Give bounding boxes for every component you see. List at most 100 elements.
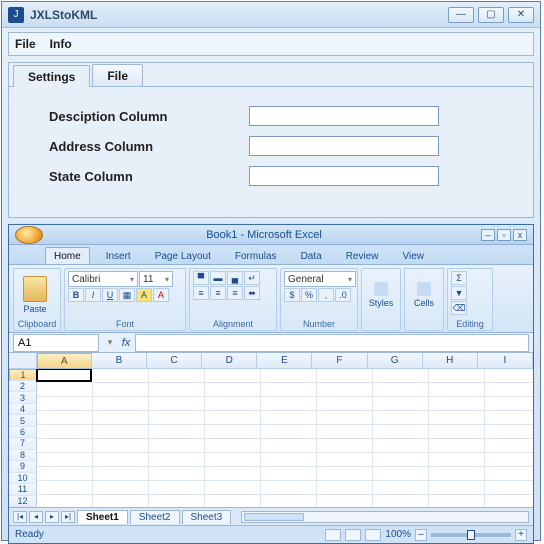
ribbon-group-alignment: ▀ ▬ ▄ ↵ ≡ ≡ ≡ ⬌ Alignment — [189, 268, 277, 331]
cells-button[interactable]: Cells — [408, 271, 440, 319]
zoom-slider[interactable] — [431, 533, 511, 537]
view-normal-button[interactable] — [325, 529, 341, 541]
increase-decimal-button[interactable]: .0 — [335, 288, 351, 302]
view-pagelayout-button[interactable] — [345, 529, 361, 541]
ribbon-tab-formulas[interactable]: Formulas — [227, 248, 285, 264]
sheet-nav-last[interactable]: ▸| — [61, 511, 75, 523]
sheet-nav-next[interactable]: ▸ — [45, 511, 59, 523]
name-box-dropdown[interactable]: ▾ — [103, 337, 117, 348]
row-header-3[interactable]: 3 — [9, 392, 37, 403]
col-header-g[interactable]: G — [368, 353, 423, 368]
row-header-5[interactable]: 5 — [9, 415, 37, 426]
italic-button[interactable]: I — [85, 288, 101, 302]
col-header-d[interactable]: D — [202, 353, 257, 368]
menu-info[interactable]: Info — [50, 37, 72, 51]
cells-area[interactable] — [37, 369, 533, 507]
description-column-input[interactable] — [249, 106, 439, 126]
styles-button[interactable]: Styles — [365, 271, 397, 319]
row-header-10[interactable]: 10 — [9, 473, 37, 484]
comma-button[interactable]: , — [318, 288, 334, 302]
sheet-tab-1[interactable]: Sheet1 — [77, 510, 128, 524]
fill-color-button[interactable]: A — [136, 288, 152, 302]
autosum-button[interactable]: Σ — [451, 271, 467, 285]
row-header-2[interactable]: 2 — [9, 381, 37, 392]
scrollbar-thumb[interactable] — [244, 513, 304, 521]
col-header-e[interactable]: E — [257, 353, 312, 368]
align-right-button[interactable]: ≡ — [227, 286, 243, 300]
formula-bar-row: A1 ▾ fx — [9, 333, 533, 353]
align-center-button[interactable]: ≡ — [210, 286, 226, 300]
view-pagebreak-button[interactable] — [365, 529, 381, 541]
number-format-select[interactable]: General▾ — [284, 271, 356, 287]
row-header-7[interactable]: 7 — [9, 438, 37, 449]
col-header-c[interactable]: C — [147, 353, 202, 368]
tab-file[interactable]: File — [92, 64, 143, 86]
office-button[interactable] — [15, 226, 43, 244]
col-header-f[interactable]: F — [312, 353, 367, 368]
align-middle-button[interactable]: ▬ — [210, 271, 226, 285]
sheet-tab-3[interactable]: Sheet3 — [182, 510, 232, 524]
name-box[interactable]: A1 — [13, 334, 99, 352]
col-header-h[interactable]: H — [423, 353, 478, 368]
menu-file[interactable]: File — [15, 37, 36, 51]
wrap-text-button[interactable]: ↵ — [244, 271, 260, 285]
zoom-in-button[interactable]: + — [515, 529, 527, 541]
fx-icon[interactable]: fx — [117, 337, 135, 349]
align-top-button[interactable]: ▀ — [193, 271, 209, 285]
col-header-b[interactable]: B — [92, 353, 147, 368]
ribbon-tab-view[interactable]: View — [394, 248, 432, 264]
row-header-9[interactable]: 9 — [9, 461, 37, 472]
ribbon-group-number: General▾ $ % , .0 Number — [280, 268, 358, 331]
row-header-12[interactable]: 12 — [9, 496, 37, 507]
font-color-button[interactable]: A — [153, 288, 169, 302]
row-header-4[interactable]: 4 — [9, 404, 37, 415]
ribbon-tab-data[interactable]: Data — [293, 248, 330, 264]
horizontal-scrollbar[interactable] — [241, 511, 529, 523]
state-column-label: State Column — [49, 169, 249, 184]
align-left-button[interactable]: ≡ — [193, 286, 209, 300]
align-bottom-button[interactable]: ▄ — [227, 271, 243, 285]
font-name-select[interactable]: Calibri▾ — [68, 271, 138, 287]
font-size-select[interactable]: 11▾ — [139, 271, 173, 287]
excel-embedded-window: Book1 - Microsoft Excel – ▫ x Home Inser… — [8, 224, 534, 544]
paste-button[interactable]: Paste — [17, 271, 53, 319]
tab-settings[interactable]: Settings — [13, 65, 90, 87]
formula-bar[interactable] — [135, 334, 529, 352]
zoom-slider-thumb[interactable] — [467, 530, 475, 540]
row-header-1[interactable]: 1 — [9, 369, 37, 381]
currency-button[interactable]: $ — [284, 288, 300, 302]
worksheet-grid[interactable]: A B C D E F G H I 1 2 3 4 5 6 7 8 — [9, 353, 533, 507]
excel-title: Book1 - Microsoft Excel — [49, 229, 479, 241]
row-header-8[interactable]: 8 — [9, 450, 37, 461]
col-header-a[interactable]: A — [37, 353, 92, 369]
underline-button[interactable]: U — [102, 288, 118, 302]
ribbon-tab-pagelayout[interactable]: Page Layout — [147, 248, 219, 264]
close-button[interactable]: ✕ — [508, 7, 534, 23]
col-header-i[interactable]: I — [478, 353, 533, 368]
ribbon-tab-review[interactable]: Review — [338, 248, 387, 264]
row-header-6[interactable]: 6 — [9, 427, 37, 438]
maximize-button[interactable]: ▢ — [478, 7, 504, 23]
sheet-nav-prev[interactable]: ◂ — [29, 511, 43, 523]
zoom-out-button[interactable]: – — [415, 529, 427, 541]
excel-close-button[interactable]: x — [513, 229, 527, 241]
state-column-input[interactable] — [249, 166, 439, 186]
sheet-nav-first[interactable]: |◂ — [13, 511, 27, 523]
fill-button[interactable]: ▼ — [451, 286, 467, 300]
excel-minimize-button[interactable]: – — [481, 229, 495, 241]
row-header-11[interactable]: 11 — [9, 484, 37, 495]
clear-button[interactable]: ⌫ — [451, 301, 467, 315]
merge-button[interactable]: ⬌ — [244, 286, 260, 300]
sheet-tab-2[interactable]: Sheet2 — [130, 510, 180, 524]
minimize-button[interactable]: — — [448, 7, 474, 23]
address-column-input[interactable] — [249, 136, 439, 156]
cell-a1[interactable] — [36, 369, 92, 382]
bold-button[interactable]: B — [68, 288, 84, 302]
ribbon-tab-insert[interactable]: Insert — [98, 248, 139, 264]
percent-button[interactable]: % — [301, 288, 317, 302]
ribbon-tab-home[interactable]: Home — [45, 247, 90, 264]
excel-restore-button[interactable]: ▫ — [497, 229, 511, 241]
group-label-editing: Editing — [448, 319, 492, 330]
select-all-corner[interactable] — [9, 353, 37, 368]
border-button[interactable]: ▦ — [119, 288, 135, 302]
